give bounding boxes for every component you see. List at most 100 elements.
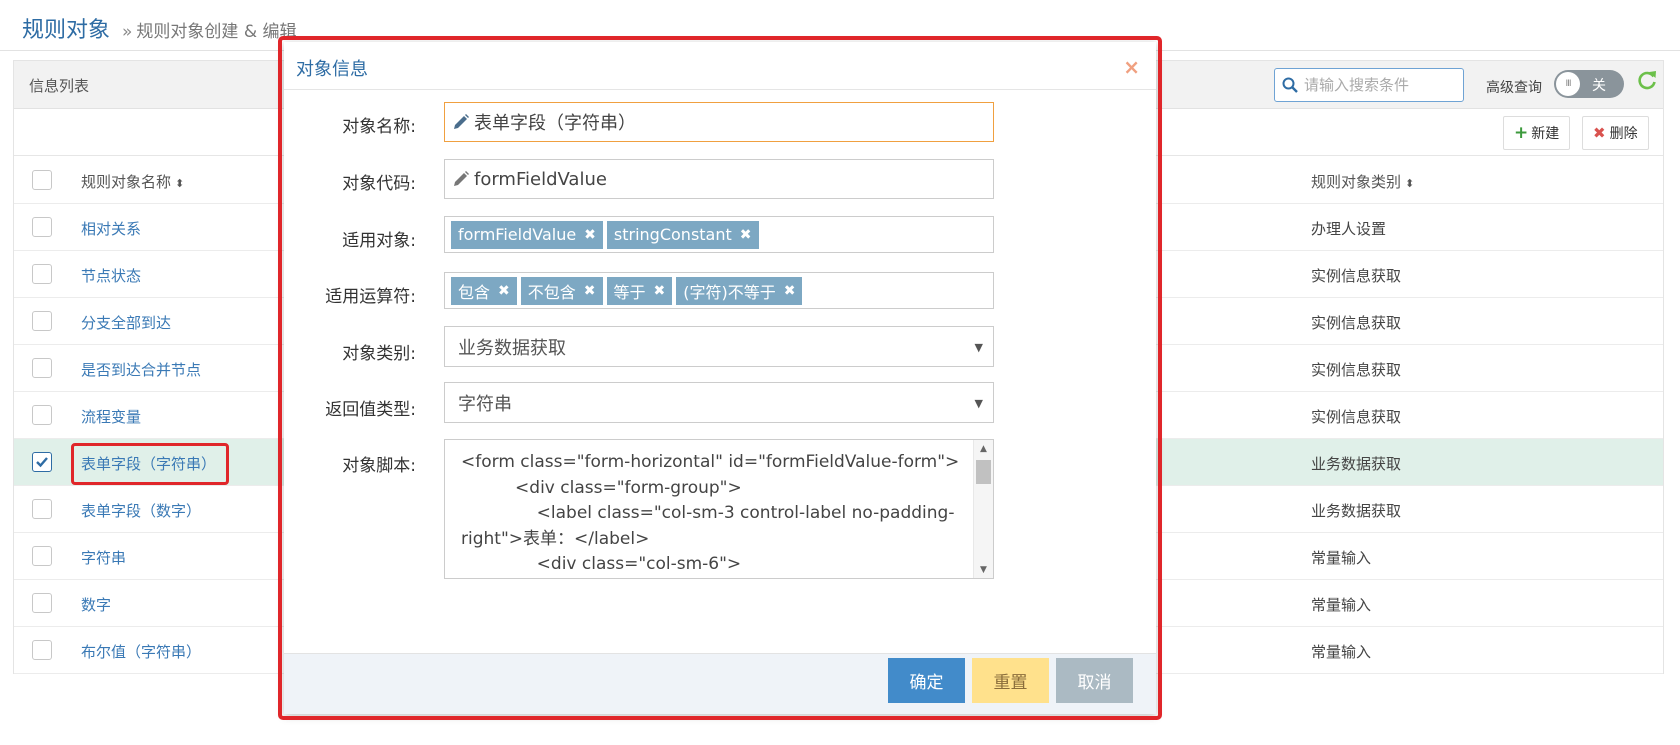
confirm-button[interactable]: 确定 xyxy=(888,658,965,703)
new-button-label: 新建 xyxy=(1531,126,1560,142)
row-category: 常量输入 xyxy=(1311,549,1372,567)
tag-remove-icon[interactable]: ✖ xyxy=(584,227,596,243)
pencil-icon xyxy=(454,114,469,129)
row-category: 常量输入 xyxy=(1311,643,1372,661)
tag-label: 不包含 xyxy=(527,282,576,302)
tag-chip: formFieldValue ✖ xyxy=(451,220,603,249)
scroll-down-icon[interactable]: ▼ xyxy=(980,565,987,575)
return-type-label: 返回值类型: xyxy=(325,400,416,420)
selected-row-highlight xyxy=(71,443,229,485)
row-checkbox[interactable] xyxy=(32,217,52,237)
dialog-header: 对象信息 × xyxy=(284,42,1156,90)
scroll-up-icon[interactable]: ▲ xyxy=(980,444,987,454)
row-checkbox[interactable] xyxy=(32,311,52,331)
operators-label: 适用运算符: xyxy=(325,287,416,307)
tag-remove-icon[interactable]: ✖ xyxy=(740,227,752,243)
row-category: 办理人设置 xyxy=(1311,220,1387,238)
code-label: 对象代码: xyxy=(342,174,416,194)
refresh-icon[interactable] xyxy=(1636,69,1658,91)
reset-button[interactable]: 重置 xyxy=(972,658,1049,703)
page-title: 规则对象 xyxy=(22,18,111,43)
row-name-link[interactable]: 数字 xyxy=(81,594,111,615)
scrollbar-thumb[interactable] xyxy=(976,460,991,484)
sort-icon: ⬍ xyxy=(1405,177,1415,190)
tag-label: formFieldValue xyxy=(458,225,577,244)
checkmark-icon xyxy=(36,457,48,468)
name-label: 对象名称: xyxy=(342,117,416,137)
row-category: 实例信息获取 xyxy=(1311,408,1402,426)
advanced-search-toggle[interactable]: III 关 xyxy=(1554,70,1624,98)
delete-icon: ✖ xyxy=(1593,124,1606,142)
column-header-name-label: 规则对象名称 xyxy=(81,173,172,191)
panel-title: 信息列表 xyxy=(29,77,90,95)
tag-remove-icon[interactable]: ✖ xyxy=(498,283,510,299)
category-select[interactable]: 业务数据获取 ▼ xyxy=(444,326,994,367)
breadcrumb: 规则对象 » 规则对象创建 & 编辑 xyxy=(22,12,297,44)
script-label: 对象脚本: xyxy=(342,456,416,476)
category-label: 对象类别: xyxy=(342,344,416,364)
select-all-checkbox[interactable] xyxy=(32,170,52,190)
row-checkbox[interactable] xyxy=(32,546,52,566)
close-icon[interactable]: × xyxy=(1123,55,1140,79)
caret-down-icon: ▼ xyxy=(974,397,983,410)
row-name-link[interactable]: 分支全部到达 xyxy=(81,312,171,333)
tag-label: stringConstant xyxy=(613,225,732,244)
script-scrollbar[interactable]: ▲ ▼ xyxy=(973,440,993,578)
row-checkbox[interactable] xyxy=(32,452,52,472)
advanced-search-label: 高级查询 xyxy=(1486,80,1542,96)
row-checkbox[interactable] xyxy=(32,405,52,425)
row-category: 实例信息获取 xyxy=(1311,361,1402,379)
object-code-value: formFieldValue xyxy=(474,168,607,190)
operators-field[interactable]: 包含 ✖ 不包含 ✖ 等于 ✖ (字符)不等于 ✖ xyxy=(444,272,994,309)
delete-button-label: 删除 xyxy=(1609,126,1638,142)
row-checkbox[interactable] xyxy=(32,593,52,613)
return-type-select[interactable]: 字符串 ▼ xyxy=(444,382,994,423)
tag-chip: 包含 ✖ xyxy=(451,276,517,305)
tag-remove-icon[interactable]: ✖ xyxy=(784,283,796,299)
cancel-button[interactable]: 取消 xyxy=(1056,658,1133,703)
row-checkbox[interactable] xyxy=(32,358,52,378)
plus-icon: + xyxy=(1514,123,1529,143)
tag-remove-icon[interactable]: ✖ xyxy=(654,283,666,299)
tag-remove-icon[interactable]: ✖ xyxy=(584,283,596,299)
tag-chip: (字符)不等于 ✖ xyxy=(676,276,803,305)
search-box[interactable] xyxy=(1274,68,1464,102)
tag-label: 包含 xyxy=(458,282,491,302)
delete-button[interactable]: ✖ 删除 xyxy=(1582,116,1649,150)
tag-label: 等于 xyxy=(613,282,646,302)
caret-down-icon: ▼ xyxy=(974,341,983,354)
tag-chip: stringConstant ✖ xyxy=(606,220,759,249)
new-button[interactable]: + 新建 xyxy=(1503,116,1571,150)
tag-label: (字符)不等于 xyxy=(683,282,776,302)
object-code-field[interactable]: formFieldValue xyxy=(444,159,994,199)
row-name-link[interactable]: 流程变量 xyxy=(81,406,141,427)
row-category: 业务数据获取 xyxy=(1311,455,1402,473)
column-header-name[interactable]: 规则对象名称 ⬍ xyxy=(81,171,184,192)
tag-chip: 不包含 ✖ xyxy=(520,276,603,305)
row-checkbox[interactable] xyxy=(32,640,52,660)
object-name-field[interactable]: 表单字段（字符串） xyxy=(444,102,994,142)
row-checkbox[interactable] xyxy=(32,499,52,519)
object-info-dialog: 对象信息 × 对象名称: 表单字段（字符串） 对象代码: formFieldVa… xyxy=(284,42,1156,714)
tag-chip: 等于 ✖ xyxy=(606,276,673,305)
row-name-link[interactable]: 相对关系 xyxy=(81,218,141,239)
row-category: 实例信息获取 xyxy=(1311,267,1402,285)
applies-to-label: 适用对象: xyxy=(342,231,416,251)
breadcrumb-separator: » xyxy=(122,22,133,42)
row-checkbox[interactable] xyxy=(32,264,52,284)
applies-to-field[interactable]: formFieldValue ✖ stringConstant ✖ xyxy=(444,216,994,253)
script-content: <form class="form-horizontal" id="formFi… xyxy=(461,452,960,574)
row-name-link[interactable]: 字符串 xyxy=(81,547,126,568)
search-input[interactable] xyxy=(1304,76,1454,94)
row-category: 常量输入 xyxy=(1311,596,1372,614)
row-name-link[interactable]: 节点状态 xyxy=(81,265,141,286)
return-type-value: 字符串 xyxy=(458,393,512,415)
dialog-footer: 确定 重置 取消 xyxy=(284,653,1156,714)
script-textarea[interactable]: <form class="form-horizontal" id="formFi… xyxy=(444,439,994,579)
row-category: 业务数据获取 xyxy=(1311,502,1402,520)
row-name-link[interactable]: 布尔值（字符串） xyxy=(81,641,201,662)
row-name-link[interactable]: 表单字段（数字） xyxy=(81,500,201,521)
column-header-category[interactable]: 规则对象类别 ⬍ xyxy=(1311,171,1414,192)
column-header-category-label: 规则对象类别 xyxy=(1311,173,1402,191)
row-name-link[interactable]: 是否到达合并节点 xyxy=(81,359,201,380)
